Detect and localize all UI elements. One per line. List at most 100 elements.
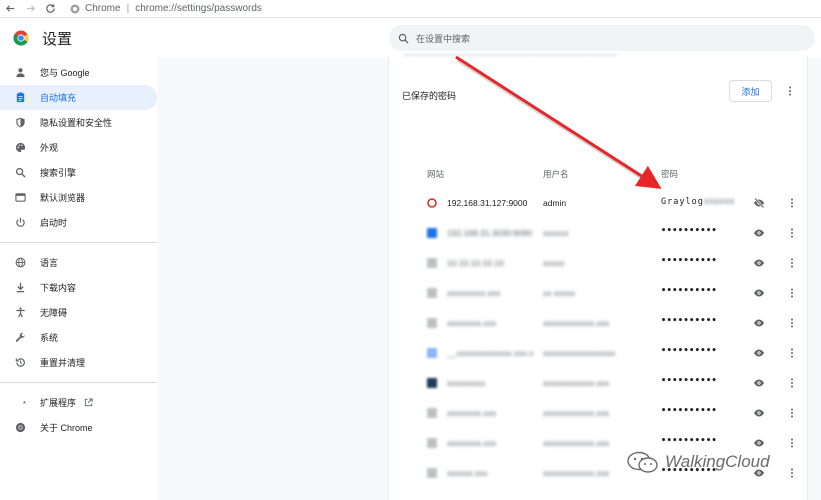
row-password: •••••••••• [661, 376, 718, 386]
password-row[interactable]: 192.168.31.3030:9090 xxxxxx •••••••••• [389, 218, 809, 248]
sidebar-item-languages[interactable]: 语言 [0, 250, 157, 275]
forward-button[interactable] [20, 0, 40, 18]
more-vert-icon[interactable] [787, 467, 797, 479]
row-site[interactable]: 192.168.31.3030:9090 [447, 228, 532, 238]
row-username: xx xxxxx [543, 288, 576, 298]
more-vert-icon[interactable] [787, 227, 797, 239]
row-password-text: Graylog [661, 197, 704, 207]
sidebar-item-label: 系统 [40, 333, 59, 343]
eye-icon[interactable] [753, 287, 765, 299]
eye-icon[interactable] [753, 317, 765, 329]
more-vert-icon[interactable] [787, 377, 797, 389]
more-vert-icon[interactable] [787, 317, 797, 329]
more-vert-icon[interactable] [787, 257, 797, 269]
row-site[interactable]: xxxxxxxx.xxx [447, 408, 496, 418]
sidebar-item-on-startup[interactable]: 启动时 [0, 210, 157, 235]
site-favicon-icon [427, 348, 437, 358]
sidebar-item-reset[interactable]: 重置并清理 [0, 350, 157, 375]
sidebar-divider [0, 242, 157, 243]
sidebar-item-system[interactable]: 系统 [0, 325, 157, 350]
more-vert-icon[interactable] [787, 287, 797, 299]
row-site[interactable]: __xxxxxxxxxxxxx.xxx.x [447, 348, 533, 358]
column-header-username: 用户名 [543, 169, 569, 179]
password-row[interactable]: xxxxxxxxx xxxxxxxxxxxx.xxx •••••••••• [389, 368, 809, 398]
eye-icon[interactable] [753, 227, 765, 239]
row-password-hidden-part: xxxxxx [703, 197, 735, 207]
puzzle-icon [15, 397, 26, 408]
password-row[interactable]: __xxxxxxxxxxxxx.xxx.x xxxxxxxxxxxxxxxxx ••… [389, 338, 809, 368]
more-vert-icon[interactable] [787, 347, 797, 359]
arrow-left-icon [5, 5, 14, 12]
row-username: xxxxxxxxxxxx.xxx [543, 378, 610, 388]
password-row[interactable]: xxxxxxxx.xxx xxxxxxxxxxxx.xxx •••••••••• [389, 308, 809, 338]
sidebar-item-you-and-google[interactable]: 您与 Google [0, 60, 157, 85]
sidebar-item-autofill[interactable]: 自动填充 [0, 85, 157, 110]
settings-search-input[interactable]: 在设置中搜索 [389, 25, 815, 51]
password-row[interactable]: 10.10.10.10.10 xxxxx •••••••••• [389, 248, 809, 278]
row-site[interactable]: xxxxxxxxx.xxx [447, 288, 500, 298]
sidebar: 您与 Google 自动填充 隐私设置和安全性 外观 搜索引擎 默认浏览器 启动… [0, 60, 157, 440]
row-site[interactable]: xxxxxxxxx [447, 378, 485, 388]
page-title: 设置 [42, 30, 73, 48]
shield-icon [15, 117, 26, 128]
sidebar-item-label: 关于 Chrome [40, 423, 93, 433]
row-password: •••••••••• [661, 406, 718, 416]
sidebar-item-downloads[interactable]: 下载内容 [0, 275, 157, 300]
wechat-logo-icon [627, 451, 658, 473]
row-site[interactable]: xxxxxxxx.xxx [447, 438, 496, 448]
watermark-text: WalkingCloud [665, 452, 770, 471]
row-username: xxxxx [543, 258, 565, 268]
more-vert-icon[interactable] [784, 85, 796, 97]
row-site[interactable]: 10.10.10.10.10 [447, 258, 504, 268]
reload-icon [45, 4, 55, 13]
row-password: •••••••••• [661, 436, 718, 446]
eye-icon[interactable] [753, 407, 765, 419]
row-password: •••••••••• [661, 346, 718, 356]
sidebar-item-search-engine[interactable]: 搜索引擎 [0, 160, 157, 185]
more-vert-icon[interactable] [787, 407, 797, 419]
row-username: xxxxxxxxxxxx.xxx [543, 468, 610, 478]
back-button[interactable] [0, 0, 20, 18]
password-row[interactable]: xxxxxxxx.xxx xxxxxxxxxxxx.xxx •••••••••• [389, 398, 809, 428]
site-favicon-icon [427, 288, 437, 298]
row-site[interactable]: xxxxxx.xxx [447, 468, 488, 478]
sidebar-item-label: 启动时 [40, 218, 68, 228]
password-row[interactable]: xxxxxxxxx.xxx xx xxxxx •••••••••• [389, 278, 809, 308]
eye-icon[interactable] [753, 437, 765, 449]
sidebar-item-accessibility[interactable]: 无障碍 [0, 300, 157, 325]
eye-icon[interactable] [753, 257, 765, 269]
add-password-button[interactable]: 添加 [729, 80, 772, 102]
search-icon [398, 33, 409, 44]
password-row[interactable]: 192.168.31.127:9000 admin Graylogxxxxxx [389, 188, 809, 218]
row-site[interactable]: 192.168.31.127:9000 [447, 198, 527, 208]
column-header-site: 网站 [427, 169, 445, 179]
sidebar-item-privacy[interactable]: 隐私设置和安全性 [0, 110, 157, 135]
sidebar-item-label: 语言 [40, 258, 59, 268]
reset-icon [15, 357, 26, 368]
row-password: •••••••••• [661, 316, 718, 326]
more-vert-icon[interactable] [787, 197, 797, 209]
url-field[interactable]: Chrome | chrome://settings/passwords [70, 3, 262, 14]
browser-icon [15, 192, 26, 203]
eye-icon[interactable] [753, 377, 765, 389]
row-password: •••••••••• [661, 226, 718, 236]
site-favicon-icon [427, 408, 437, 418]
watermark: WalkingCloud [626, 451, 770, 473]
row-username: xxxxxxxxxxxx.xxx [543, 318, 610, 328]
row-password: •••••••••• [661, 256, 718, 266]
site-favicon-icon [427, 438, 437, 448]
more-vert-icon[interactable] [787, 437, 797, 449]
reload-button[interactable] [40, 0, 60, 18]
eye-icon[interactable] [753, 347, 765, 359]
sidebar-item-extensions[interactable]: 扩展程序 [0, 390, 157, 415]
site-favicon-icon [427, 318, 437, 328]
wrench-icon [15, 332, 26, 343]
row-username: xxxxxx [543, 228, 569, 238]
sidebar-item-about[interactable]: 关于 Chrome [0, 415, 157, 440]
eye-off-icon[interactable] [753, 197, 765, 209]
sidebar-item-label: 搜索引擎 [40, 168, 77, 178]
sidebar-item-appearance[interactable]: 外观 [0, 135, 157, 160]
sidebar-item-label: 无障碍 [40, 308, 68, 318]
sidebar-item-default-browser[interactable]: 默认浏览器 [0, 185, 157, 210]
row-site[interactable]: xxxxxxxx.xxx [447, 318, 496, 328]
